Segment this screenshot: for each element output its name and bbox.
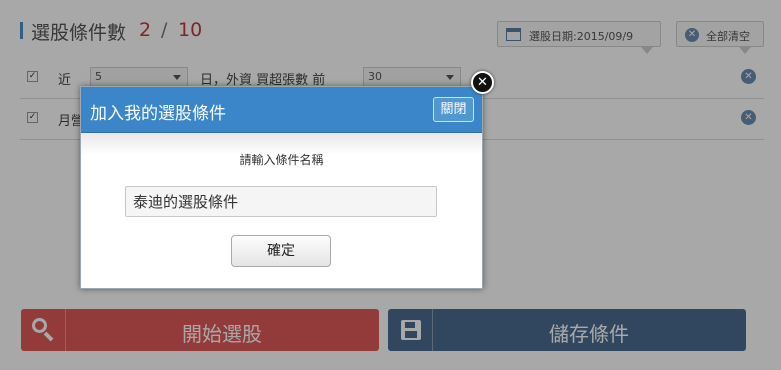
save-condition-dialog: 加入我的選股條件 關閉 請輸入條件名稱 確定 bbox=[80, 86, 483, 289]
confirm-button[interactable]: 確定 bbox=[231, 235, 331, 267]
dialog-title: 加入我的選股條件 bbox=[90, 104, 226, 124]
close-x-icon[interactable]: ✕ bbox=[471, 71, 494, 94]
dialog-header: 加入我的選股條件 關閉 bbox=[81, 87, 482, 133]
dialog-body: 請輸入條件名稱 確定 bbox=[81, 133, 482, 288]
condition-name-input[interactable] bbox=[125, 186, 437, 217]
dialog-close-button[interactable]: 關閉 bbox=[433, 97, 474, 122]
dialog-prompt: 請輸入條件名稱 bbox=[239, 153, 324, 167]
